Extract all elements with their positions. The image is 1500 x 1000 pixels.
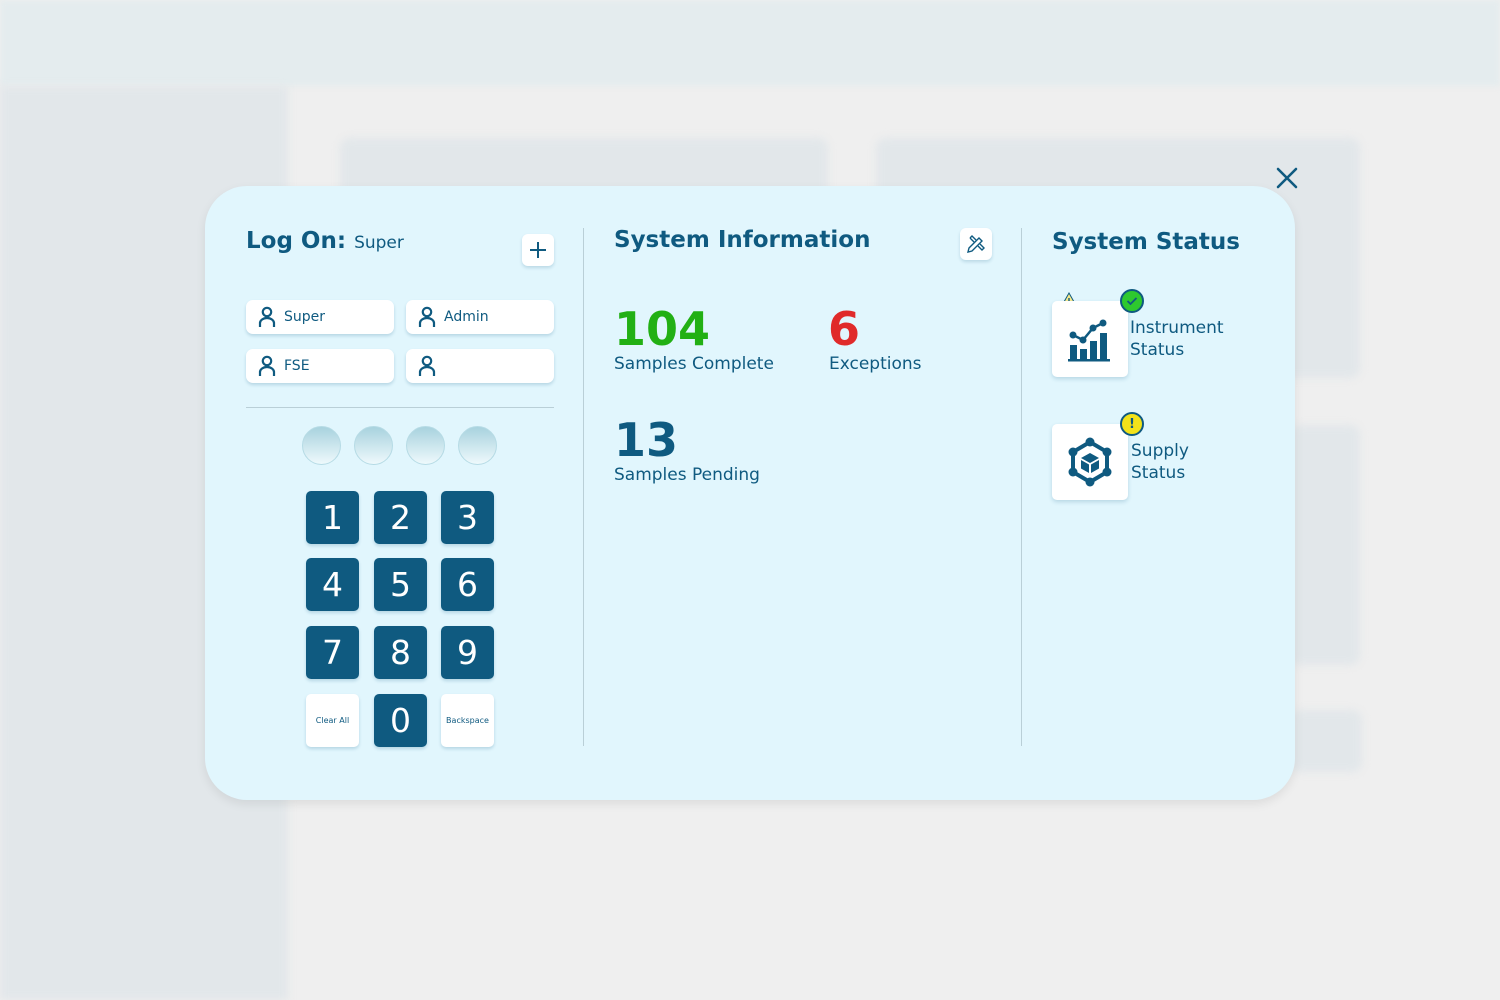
backspace-button[interactable]: Backspace [441, 694, 494, 747]
keypad-key-8[interactable]: 8 [374, 626, 427, 679]
keypad-key-5[interactable]: 5 [374, 558, 427, 611]
pin-digit-indicator [354, 426, 393, 465]
keypad-key-3[interactable]: 3 [441, 491, 494, 544]
background-card [1290, 710, 1362, 772]
user-icon [258, 306, 276, 327]
samples-complete-label: Samples Complete [614, 354, 774, 374]
user-button-label: Super [284, 309, 326, 325]
keypad-key-1[interactable]: 1 [306, 491, 359, 544]
warning-badge: ! [1120, 412, 1144, 436]
instrument-status-label[interactable]: Instrument Status [1130, 317, 1224, 361]
check-icon [1126, 297, 1138, 306]
system-information-title: System Information [614, 227, 871, 253]
keypad-key-2[interactable]: 2 [374, 491, 427, 544]
supply-status-label[interactable]: Supply Status [1131, 440, 1189, 484]
exclamation-icon: ! [1129, 416, 1135, 432]
keypad-key-7[interactable]: 7 [306, 626, 359, 679]
user-button-super[interactable]: Super [246, 300, 394, 334]
samples-pending-value: 13 [614, 413, 679, 467]
exceptions-value[interactable]: 6 [828, 306, 860, 352]
chart-icon [1068, 319, 1110, 362]
samples-complete-value: 104 [614, 302, 711, 356]
clear-all-button[interactable]: Clear All [306, 694, 359, 747]
tools-icon [967, 235, 985, 253]
logon-title: Log On: [246, 228, 347, 254]
system-information-panel: System Information 104 Samples Complete … [583, 186, 1079, 800]
exceptions-label: Exceptions [829, 354, 922, 374]
user-button-admin[interactable]: Admin [406, 300, 554, 334]
supply-status-tile[interactable] [1052, 424, 1128, 500]
system-status-panel: System Status Instrument Status ! Supply… [1021, 186, 1295, 800]
pin-digit-indicator [302, 426, 341, 465]
pin-digit-indicator [458, 426, 497, 465]
background-header [0, 0, 1500, 86]
user-button-fse[interactable]: FSE [246, 349, 394, 383]
user-icon [418, 355, 436, 376]
samples-pending-label: Samples Pending [614, 465, 760, 485]
add-user-button[interactable] [522, 234, 554, 266]
instrument-status-tile[interactable] [1052, 301, 1128, 377]
keypad-key-9[interactable]: 9 [441, 626, 494, 679]
tools-button[interactable] [960, 228, 992, 260]
login-system-dialog: Log On: Super Super Admin FSE 1 2 3 4 5 … [205, 186, 1295, 800]
user-icon [258, 355, 276, 376]
pin-digit-indicator [406, 426, 445, 465]
plus-icon [530, 242, 546, 258]
ok-badge [1120, 289, 1144, 313]
background-card [1290, 425, 1360, 665]
user-button-label: FSE [284, 358, 310, 374]
user-icon [418, 306, 436, 327]
system-status-title: System Status [1052, 229, 1240, 255]
keypad-key-6[interactable]: 6 [441, 558, 494, 611]
current-user: Super [354, 233, 404, 253]
user-button-label: Admin [444, 309, 489, 325]
keypad-key-4[interactable]: 4 [306, 558, 359, 611]
logon-panel: Log On: Super Super Admin FSE 1 2 3 4 5 … [205, 186, 583, 800]
user-button-empty[interactable] [406, 349, 554, 383]
supply-network-icon [1068, 437, 1112, 487]
divider [246, 407, 554, 408]
logon-header: Log On: Super [246, 228, 404, 254]
keypad-key-0[interactable]: 0 [374, 694, 427, 747]
